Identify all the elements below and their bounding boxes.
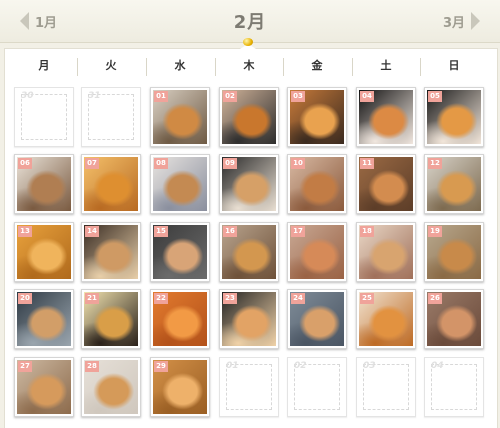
day-cell-photo[interactable]: 03 [287,87,347,147]
month-title: 2月 [233,12,267,33]
day-cell-photo[interactable]: 07 [81,154,141,214]
day-cell-photo[interactable]: 16 [219,222,279,282]
day-cell-photo[interactable]: 26 [424,289,484,349]
day-number-badge: 15 [154,226,168,237]
day-number-badge: 07 [85,158,99,169]
day-number-badge: 16 [223,226,237,237]
weekday-divider [420,58,421,76]
day-number: 02 [294,361,307,371]
weekday-label: 金 [311,59,323,72]
day-number-badge: 14 [85,226,99,237]
day-cell-empty[interactable]: 31 [81,87,141,147]
day-number-badge: 02 [223,91,237,102]
day-cell-photo[interactable]: 20 [14,289,74,349]
pin-icon [235,38,261,52]
day-number-badge: 01 [154,91,168,102]
chevron-right-icon [471,12,480,30]
day-number-badge: 23 [223,293,237,304]
day-cell-empty[interactable]: 01 [219,357,279,417]
day-number-badge: 21 [85,293,99,304]
day-cell-photo[interactable]: 24 [287,289,347,349]
day-cell-empty[interactable]: 04 [424,357,484,417]
day-number-badge: 20 [18,293,32,304]
day-number-badge: 11 [360,158,374,169]
day-number-badge: 05 [428,91,442,102]
day-number-badge: 08 [154,158,168,169]
day-cell-photo[interactable]: 23 [219,289,279,349]
day-number-badge: 03 [291,91,305,102]
day-number-badge: 13 [18,226,32,237]
day-number: 01 [226,361,239,371]
day-cell-empty[interactable]: 02 [287,357,347,417]
day-cell-photo[interactable]: 01 [150,87,210,147]
day-cell-photo[interactable]: 19 [424,222,484,282]
weekday-divider [283,58,284,76]
day-number: 30 [21,91,34,101]
day-cell-photo[interactable]: 08 [150,154,210,214]
day-number-badge: 28 [85,361,99,372]
day-number-badge: 18 [360,226,374,237]
weekday-divider [77,58,78,76]
day-cell-empty[interactable]: 30 [14,87,74,147]
day-cell-photo[interactable]: 04 [356,87,416,147]
day-number-badge: 27 [18,361,32,372]
weekday-label: 水 [174,59,186,72]
day-cell-photo[interactable]: 28 [81,357,141,417]
day-number-badge: 19 [428,226,442,237]
weekday-divider [215,58,216,76]
day-number: 03 [363,361,376,371]
day-number-badge: 26 [428,293,442,304]
calendar-panel: 月 火 水 木 金 土 日 30 31 01 02 03 04 05 06 07 08 09 10 11 12 13 14… [4,48,498,428]
day-cell-photo[interactable]: 10 [287,154,347,214]
day-cell-photo[interactable]: 13 [14,222,74,282]
next-month-label: 3月 [442,15,465,31]
day-cell-photo[interactable]: 17 [287,222,347,282]
day-cell-photo[interactable]: 09 [219,154,279,214]
weekday-label: 木 [243,59,255,72]
weekday-divider [146,58,147,76]
day-number-badge: 17 [291,226,305,237]
day-number: 31 [88,91,101,101]
day-number: 04 [431,361,444,371]
weekday-divider [352,58,353,76]
day-number-badge: 24 [291,293,305,304]
day-cell-photo[interactable]: 05 [424,87,484,147]
weekday-label: 月 [38,59,50,72]
day-number-badge: 29 [154,361,168,372]
month-header: 1月 2月 3月 [0,0,500,43]
day-cell-empty[interactable]: 03 [356,357,416,417]
day-cell-photo[interactable]: 12 [424,154,484,214]
weekday-label: 土 [380,59,392,72]
day-number-badge: 12 [428,158,442,169]
day-cell-photo[interactable]: 21 [81,289,141,349]
day-cell-photo[interactable]: 25 [356,289,416,349]
day-number-badge: 10 [291,158,305,169]
day-cell-photo[interactable]: 22 [150,289,210,349]
day-cell-photo[interactable]: 29 [150,357,210,417]
weekday-header: 月火水木金土日 [5,49,497,85]
day-cell-photo[interactable]: 02 [219,87,279,147]
weekday-label: 日 [448,59,460,72]
day-cell-photo[interactable]: 06 [14,154,74,214]
day-number-badge: 25 [360,293,374,304]
day-cell-photo[interactable]: 15 [150,222,210,282]
day-cell-photo[interactable]: 14 [81,222,141,282]
day-number-badge: 04 [360,91,374,102]
day-cell-photo[interactable]: 18 [356,222,416,282]
day-number-badge: 22 [154,293,168,304]
day-number-badge: 09 [223,158,237,169]
weekday-label: 火 [105,59,117,72]
day-cell-photo[interactable]: 27 [14,357,74,417]
next-month-button[interactable]: 3月 [443,10,480,32]
day-number-badge: 06 [18,158,32,169]
day-cell-photo[interactable]: 11 [356,154,416,214]
